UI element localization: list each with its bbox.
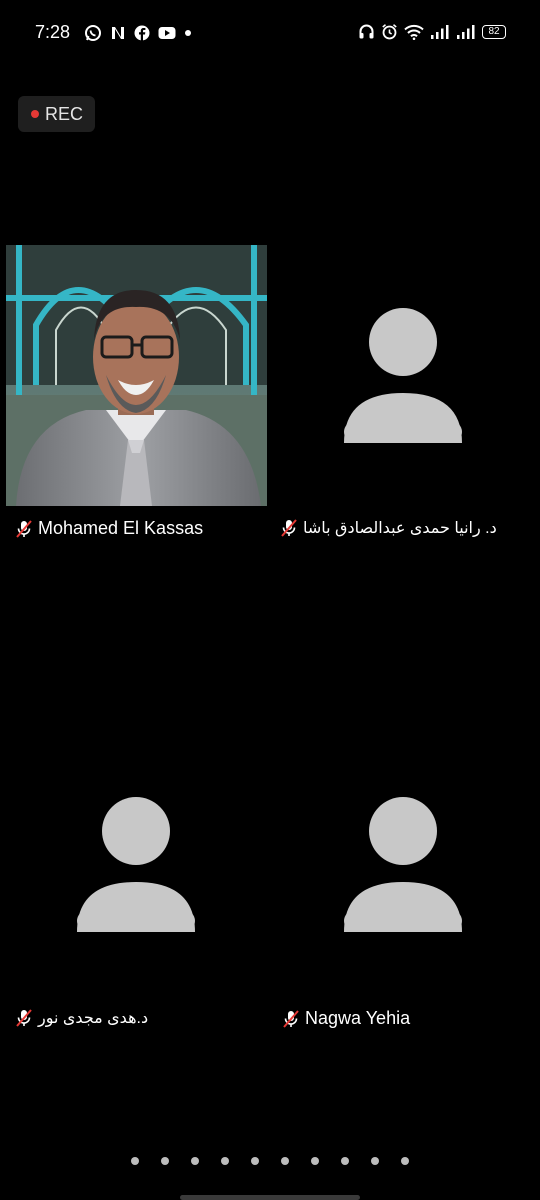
participant-name: Nagwa Yehia [305, 1008, 411, 1028]
recording-label: REC [45, 103, 84, 124]
page-dot[interactable] [311, 1157, 319, 1165]
mic-off-icon [281, 519, 297, 537]
participant-photo [6, 245, 267, 506]
mic-off-icon [16, 519, 32, 538]
wifi-icon [404, 24, 424, 40]
page-dot[interactable] [161, 1157, 169, 1165]
notification-icons [84, 24, 192, 42]
page-dot[interactable] [221, 1157, 229, 1165]
page-dot[interactable] [191, 1157, 199, 1165]
participant-video[interactable] [6, 245, 267, 506]
participant-name-tile-1: Mohamed El Kassas [14, 518, 203, 539]
avatar-placeholder-icon [344, 797, 462, 932]
avatar-placeholder-icon [344, 308, 462, 443]
page-indicator[interactable] [0, 1157, 540, 1165]
page-dot[interactable] [251, 1157, 259, 1165]
signal-icon [431, 24, 449, 39]
youtube-icon [158, 27, 176, 39]
dot-icon [185, 30, 191, 36]
participant-name: د. رانيا حمدى عبدالصادق باشا [303, 520, 497, 537]
participant-name: د.هدى مجدى نور [38, 1010, 149, 1027]
page-dot[interactable] [401, 1157, 409, 1165]
page-dot[interactable] [131, 1157, 139, 1165]
whatsapp-icon [85, 25, 101, 41]
system-icons: 82 [358, 23, 506, 40]
alarm-icon [382, 24, 397, 40]
participant-tile[interactable] [273, 245, 534, 506]
home-indicator[interactable] [180, 1195, 360, 1200]
participant-name-tile-3: د.هدى مجدى نور [14, 1008, 148, 1028]
status-bar: 7:28 82 [0, 0, 540, 64]
page-dot[interactable] [371, 1157, 379, 1165]
facebook-icon [134, 25, 150, 41]
battery-level: 82 [488, 25, 500, 37]
avatar-placeholder-icon [77, 797, 195, 932]
participant-name-tile-4: Nagwa Yehia [281, 1008, 410, 1029]
participant-tile[interactable] [273, 735, 534, 996]
mic-off-icon [16, 1009, 32, 1027]
signal-icon [457, 24, 475, 39]
page-dot[interactable] [341, 1157, 349, 1165]
netflix-icon [112, 27, 124, 39]
status-time: 7:28 [35, 22, 71, 42]
battery-icon: 82 [482, 24, 506, 39]
participant-name-tile-2: د. رانيا حمدى عبدالصادق باشا [279, 518, 505, 538]
recording-indicator[interactable]: REC [18, 96, 95, 132]
mic-off-icon [283, 1009, 299, 1028]
page-dot[interactable] [281, 1157, 289, 1165]
participant-tile[interactable] [6, 735, 267, 996]
participant-name: Mohamed El Kassas [38, 518, 204, 538]
recording-dot-icon [31, 110, 39, 118]
headphones-icon [359, 24, 374, 39]
